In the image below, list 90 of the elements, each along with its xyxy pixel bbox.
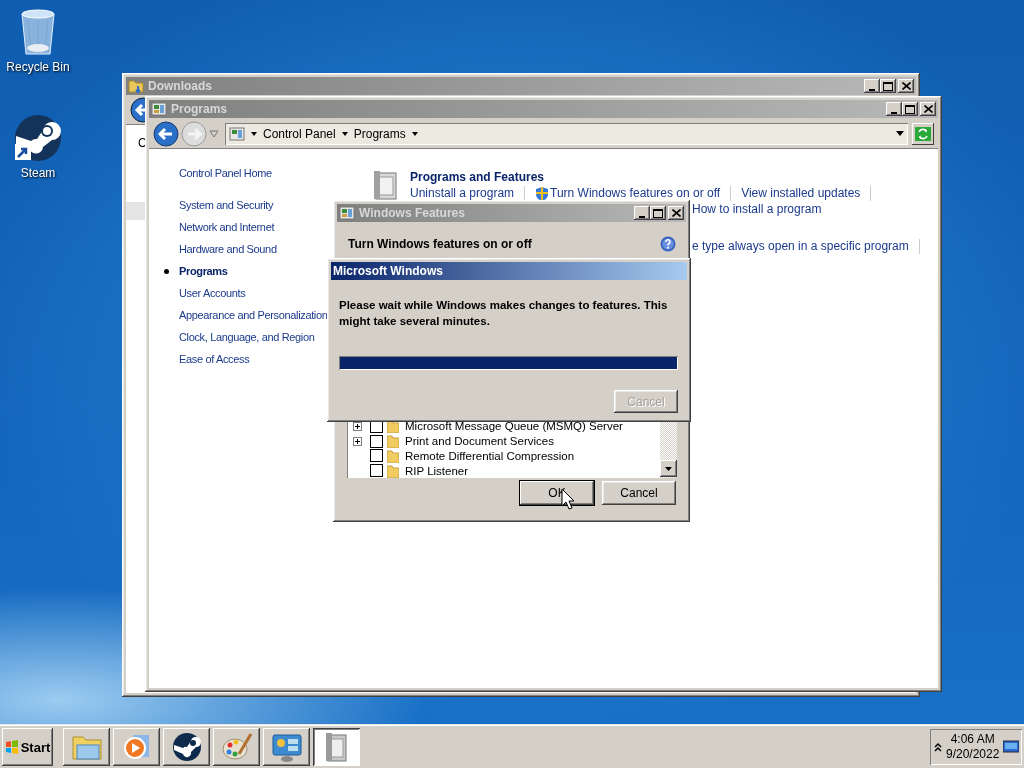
task-link[interactable]: e type always open in a specific program — [692, 238, 909, 254]
feature-name: RIP Listener — [405, 463, 469, 478]
sidebar-item[interactable]: Hardware and Sound — [179, 238, 277, 260]
dropdown-arrow-icon[interactable] — [896, 131, 904, 136]
chevron-up-icon[interactable] — [934, 742, 942, 752]
breadcrumb-item[interactable]: Control Panel — [263, 126, 336, 141]
play-icon — [122, 733, 151, 761]
window-title: Downloads — [148, 79, 213, 93]
taskbar-button[interactable] — [263, 728, 310, 766]
back-button[interactable] — [153, 120, 179, 147]
close-icon — [923, 105, 933, 113]
task-link[interactable]: Uninstall a program — [410, 185, 515, 201]
maximize-icon — [653, 208, 663, 218]
folder-icon — [387, 463, 399, 478]
minimize-icon — [869, 88, 875, 91]
minimize-icon — [891, 111, 897, 114]
taskbar-button[interactable] — [213, 728, 260, 766]
feature-name: Print and Document Services — [405, 434, 554, 449]
steam-icon — [171, 732, 202, 762]
sidebar-item[interactable]: Appearance and Personalization — [179, 304, 328, 326]
desktop-icon-label: Recycle Bin — [6, 60, 70, 74]
palette-icon — [220, 732, 253, 762]
taskbar-button[interactable] — [313, 728, 360, 766]
clock-date: 9/20/2022 — [946, 747, 1000, 762]
sidebar-link[interactable]: Control Panel Home — [179, 162, 272, 184]
minimize-icon — [639, 215, 645, 218]
checkbox[interactable] — [370, 434, 383, 448]
programs-icon — [372, 169, 400, 201]
sidebar-item[interactable]: Programs — [179, 260, 228, 282]
close-button[interactable] — [920, 102, 936, 116]
help-icon[interactable] — [660, 236, 676, 252]
steam-icon — [14, 114, 62, 162]
minimize-button[interactable] — [634, 206, 650, 220]
folder-icon — [387, 448, 399, 463]
taskbar-button[interactable] — [163, 728, 210, 766]
folder-icon — [70, 733, 103, 761]
windows-logo-icon — [4, 740, 19, 754]
maximize-button[interactable] — [880, 79, 896, 93]
minimize-button[interactable] — [864, 79, 880, 93]
folder-icon — [128, 78, 144, 94]
window-title: Windows Features — [359, 206, 466, 220]
expand-icon[interactable] — [353, 421, 362, 431]
control-panel-icon — [339, 205, 355, 221]
caret-down-icon — [665, 466, 672, 471]
recycle-bin-icon — [18, 8, 58, 56]
control-panel-icon — [151, 101, 167, 117]
checkbox[interactable] — [370, 449, 383, 463]
feature-name: Microsoft Message Queue (MSMQ) Server — [405, 419, 623, 434]
refresh-button[interactable] — [912, 122, 934, 145]
sidebar-item[interactable]: Clock, Language, and Region — [179, 326, 315, 348]
network-monitor-icon[interactable] — [1003, 740, 1020, 754]
maximize-button[interactable] — [902, 102, 918, 116]
close-icon — [901, 82, 911, 90]
caret-icon[interactable] — [251, 131, 257, 136]
control-panel-icon — [229, 125, 245, 142]
task-link[interactable]: How to install a program — [692, 201, 822, 217]
window-title: Programs — [171, 102, 229, 116]
maximize-icon — [883, 81, 893, 91]
control-panel-icon — [270, 732, 303, 762]
close-button[interactable] — [668, 206, 684, 220]
desktop-icon-label: Steam — [20, 166, 56, 180]
caret-icon[interactable] — [341, 131, 348, 136]
close-icon — [671, 209, 681, 217]
feature-name: Remote Differential Compression — [405, 448, 575, 463]
clock-time: 4:06 AM — [950, 732, 995, 747]
expand-icon[interactable] — [353, 436, 362, 446]
bullet-icon — [164, 269, 169, 274]
window-title: Microsoft Windows — [333, 264, 444, 278]
taskbar-button[interactable] — [63, 728, 110, 766]
minimize-button[interactable] — [886, 102, 902, 116]
checkbox[interactable] — [370, 464, 383, 478]
section-title-link[interactable]: Programs and Features — [410, 169, 882, 185]
dialog-button[interactable]: Cancel — [602, 481, 676, 505]
dialog-heading: Turn Windows features on or off — [348, 237, 533, 251]
sidebar-item[interactable]: Network and Internet — [179, 216, 275, 238]
close-button[interactable] — [898, 79, 914, 93]
sidebar-item[interactable]: Ease of Access — [179, 348, 250, 370]
sidebar-item[interactable]: User Accounts — [179, 282, 246, 304]
scroll-down-button[interactable] — [660, 460, 677, 477]
folder-icon — [387, 434, 399, 449]
breadcrumb-item[interactable]: Programs — [353, 126, 406, 141]
caret-icon[interactable] — [411, 131, 418, 136]
taskbar-button[interactable] — [113, 728, 160, 766]
task-link[interactable]: View installed updates — [741, 185, 861, 201]
sidebar-item[interactable]: System and Security — [179, 194, 274, 216]
address-field[interactable]: Control Panel Programs — [225, 122, 908, 145]
maximize-icon — [905, 104, 915, 114]
dialog-message: Please wait while Windows makes changes to features. This might take several minutes. — [339, 298, 669, 329]
start-button[interactable]: Start — [2, 728, 53, 766]
maximize-button[interactable] — [650, 206, 666, 220]
